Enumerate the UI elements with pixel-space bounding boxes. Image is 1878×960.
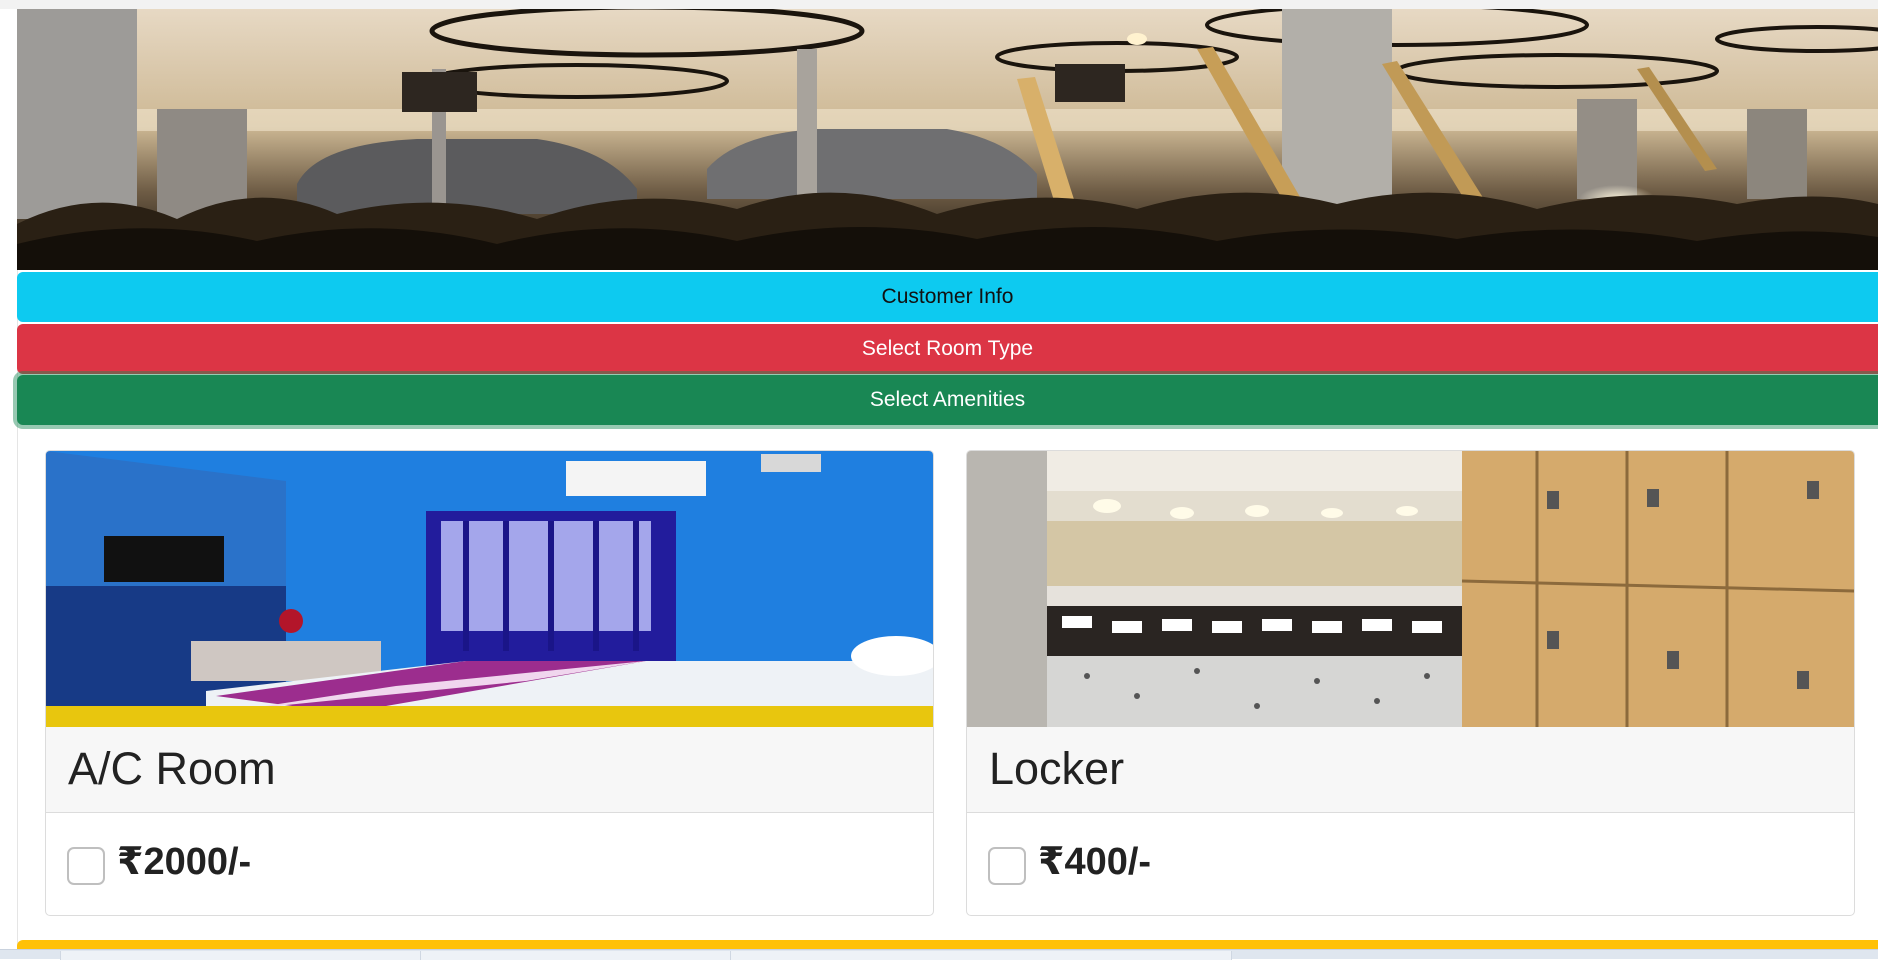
amenity-title: A/C Room xyxy=(68,743,276,794)
os-taskbar xyxy=(0,949,1878,960)
accordion-select-room-type[interactable]: Select Room Type xyxy=(17,324,1878,374)
ac-room-card-header: A/C Room xyxy=(46,727,933,813)
hero-banner-image xyxy=(17,9,1878,270)
locker-checkbox[interactable] xyxy=(988,847,1026,885)
amenity-card-ac-room: A/C Room ₹2000/- xyxy=(45,450,934,916)
locker-photo xyxy=(967,451,1854,727)
ac-room-photo xyxy=(46,451,933,727)
amenity-card-locker: Locker ₹400/- xyxy=(966,450,1855,916)
locker-card-body: ₹400/- xyxy=(967,813,1854,915)
amenity-title: Locker xyxy=(989,743,1125,794)
ac-room-card-body: ₹2000/- xyxy=(46,813,933,915)
amenity-price: ₹400/- xyxy=(1038,841,1152,883)
amenity-price: ₹2000/- xyxy=(117,841,252,883)
page-left-gutter xyxy=(0,9,18,949)
ac-room-checkbox[interactable] xyxy=(67,847,105,885)
locker-card-header: Locker xyxy=(967,727,1854,813)
accordion-select-amenities[interactable]: Select Amenities xyxy=(17,375,1878,425)
accordion-customer-info[interactable]: Customer Info xyxy=(17,272,1878,322)
